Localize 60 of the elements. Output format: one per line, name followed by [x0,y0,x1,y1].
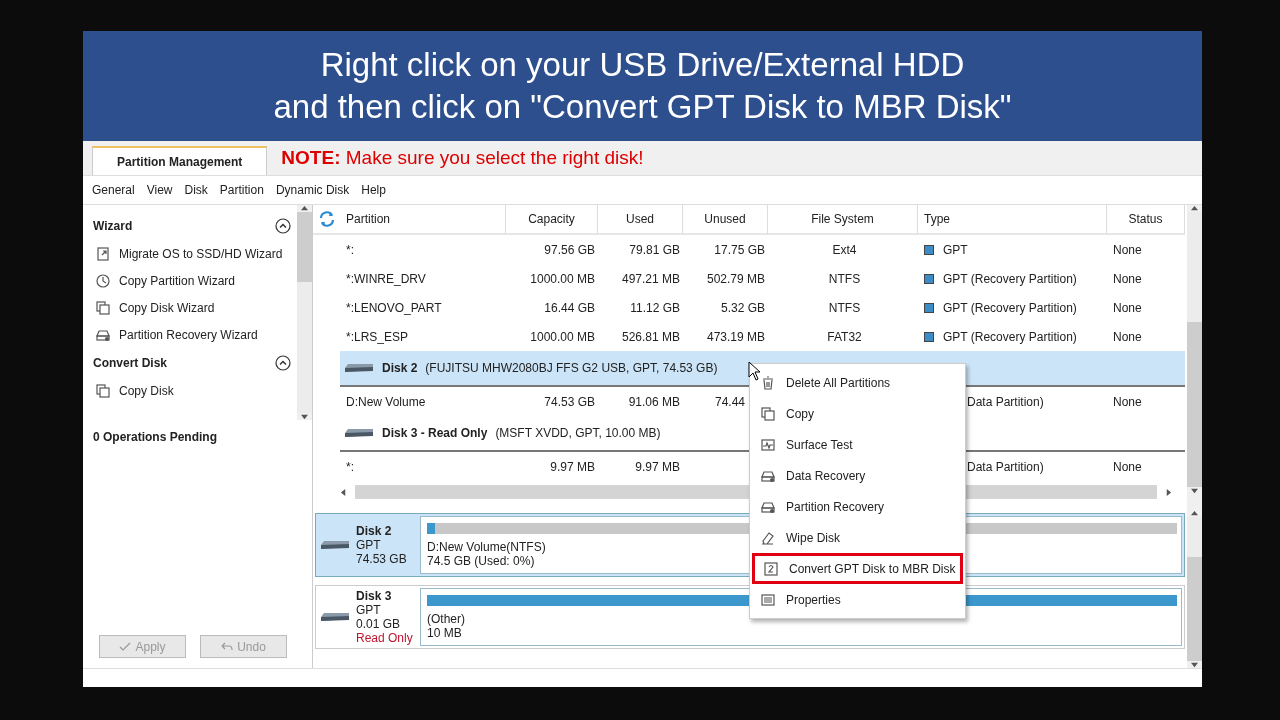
table-cell-text: FAT32 [827,328,862,346]
warning-note: NOTE: Make sure you select the right disk! [281,145,644,170]
table-cell-text: GPT [943,241,968,259]
table-cell-text: Ext4 [832,241,857,259]
disk-status: Read Only [356,631,413,645]
disk-details: (FUJITSU MHW2080BJ FFS G2 USB, GPT, 74.53 GB) [425,360,718,377]
table-cell-text: None [1113,241,1142,259]
table-cell-text: 97.56 GB [544,241,595,259]
table-cell-text: 9.97 MB [635,458,680,476]
table-cell-text: 1000.00 MB [530,328,595,346]
section-title: Wizard [93,217,133,235]
disk-title: Disk 3 - Read Only [382,425,488,442]
section-title: Convert Disk [93,354,168,372]
disk-details: (MSFT XVDD, GPT, 10.00 MB) [495,425,661,442]
table-cell-text: 502.79 MB [706,270,765,288]
table-cell-text: GPT (Recovery Partition) [943,299,1077,317]
table-cell-text: 17.75 GB [714,241,765,259]
table-cell-text: NTFS [828,270,861,288]
table-cell-text: None [1113,299,1142,317]
partition-size: 74.5 GB (Used: 0%) [427,554,536,568]
table-cell-text: Data Partition) [967,458,1044,476]
table-cell-text: 74.53 GB [544,393,595,411]
table-cell-text: *:LRS_ESP [346,328,409,346]
banner-text: and then click on "Convert GPT Disk to MBR Disk" [273,87,1012,127]
table-cell-text: 473.19 MB [706,328,765,346]
table-cell-text: 9.97 MB [550,458,595,476]
disk-name: Disk 3 [356,589,393,603]
operations-pending: 0 Operations Pending [92,429,219,446]
partition-label: (Other) [427,612,466,626]
disk-name: Disk 2 [356,524,393,538]
table-cell-text: None [1113,328,1142,346]
partition-scheme: GPT [356,603,382,617]
disk-title: Disk 2 [382,360,418,377]
table-cell-text: NTFS [828,299,861,317]
table-cell-text: 16.44 GB [544,299,595,317]
table-cell-text: 79.81 GB [629,241,680,259]
partition-scheme: GPT [356,538,382,552]
table-cell-text: 1000.00 MB [530,270,595,288]
table-cell-text: *:LENOVO_PART [346,299,442,317]
table-cell-text: 91.06 MB [628,393,680,411]
partition-label: D:New Volume(NTFS) [427,540,547,554]
table-cell-text: *:WINRE_DRV [346,270,426,288]
table-cell-text: D:New Volume [346,393,426,411]
partition-size: 10 MB [427,626,463,640]
table-cell-text: 11.12 GB [630,299,680,317]
banner-text: Right click on your USB Drive/External HDD [320,45,965,85]
table-cell-text: 497.21 MB [621,270,680,288]
table-cell-text: GPT (Recovery Partition) [943,270,1077,288]
table-cell-text: None [1113,393,1142,411]
table-cell-text: None [1113,270,1142,288]
table-cell-text: 526.81 MB [621,328,680,346]
disk-size: 74.53 GB [356,552,407,566]
table-cell-text: None [1113,458,1142,476]
disk-size: 0.01 GB [356,617,402,631]
table-cell-text: 5.32 GB [720,299,765,317]
table-cell-text: Data Partition) [967,393,1044,411]
table-cell-text: GPT (Recovery Partition) [943,328,1077,346]
table-cell-text: *: [346,458,354,476]
table-cell-text: *: [346,241,354,259]
table-cell-text: 74.44 [715,393,746,411]
